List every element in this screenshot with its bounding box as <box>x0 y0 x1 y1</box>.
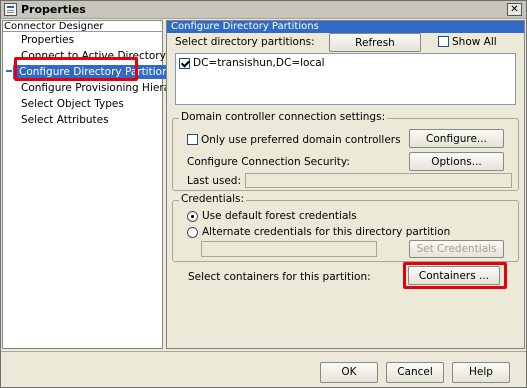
default-credentials-radio[interactable] <box>187 211 198 222</box>
select-containers-label: Select containers for this partition: <box>188 271 371 283</box>
partition-label: DC=transishun,DC=local <box>193 57 325 69</box>
selected-indicator-icon <box>6 70 12 72</box>
only-preferred-dc-label: Only use preferred domain controllers <box>201 134 401 146</box>
ok-button[interactable]: OK <box>320 362 378 383</box>
options-button[interactable]: Options... <box>409 152 504 171</box>
configure-button[interactable]: Configure... <box>409 129 504 148</box>
only-preferred-dc-checkbox[interactable] <box>187 134 198 145</box>
domain-controller-group-title: Domain controller connection settings: <box>179 111 388 123</box>
alternate-credentials-radio[interactable] <box>187 227 198 238</box>
nav-item-properties[interactable]: Properties <box>21 34 74 46</box>
domain-controller-group: Domain controller connection settings: O… <box>172 111 519 191</box>
selection-highlight-frame <box>14 57 138 81</box>
help-button[interactable]: Help <box>452 362 510 383</box>
select-partitions-label: Select directory partitions: <box>175 36 315 48</box>
show-all-checkbox[interactable] <box>438 36 449 47</box>
credentials-group-title: Credentials: <box>179 193 247 205</box>
cancel-button[interactable]: Cancel <box>386 362 444 383</box>
partitions-list[interactable]: DC=transishun,DC=local <box>175 53 516 105</box>
containers-highlight-frame <box>403 262 507 289</box>
window-title: Properties <box>21 3 86 16</box>
credentials-field <box>201 241 377 257</box>
nav-item-select-object-types[interactable]: Select Object Types <box>21 98 124 110</box>
configure-partitions-pane: Configure Directory Partitions Select di… <box>166 20 525 349</box>
dialog-button-bar: OK Cancel Help <box>1 351 526 387</box>
last-used-field <box>245 173 512 188</box>
nav-item-select-attributes[interactable]: Select Attributes <box>21 114 109 126</box>
show-all-label: Show All <box>452 36 497 48</box>
refresh-button[interactable]: Refresh <box>329 33 421 52</box>
alternate-credentials-label: Alternate credentials for this directory… <box>202 226 451 238</box>
title-bar[interactable]: Properties ✕ <box>1 1 526 19</box>
pane-title: Configure Directory Partitions <box>167 21 524 33</box>
set-credentials-button: Set Credentials ... <box>409 240 504 271</box>
properties-window-icon <box>4 3 17 16</box>
connection-security-label: Configure Connection Security: <box>187 156 350 168</box>
default-credentials-label: Use default forest credentials <box>202 210 357 222</box>
close-button[interactable]: ✕ <box>507 3 522 16</box>
connector-designer-header: Connector Designer <box>3 21 162 32</box>
last-used-label: Last used: <box>187 175 241 187</box>
partition-checkbox[interactable] <box>179 58 190 69</box>
credentials-group: Credentials: Use default forest credenti… <box>172 193 519 271</box>
properties-window: Properties ✕ Connector Designer Properti… <box>0 0 527 388</box>
